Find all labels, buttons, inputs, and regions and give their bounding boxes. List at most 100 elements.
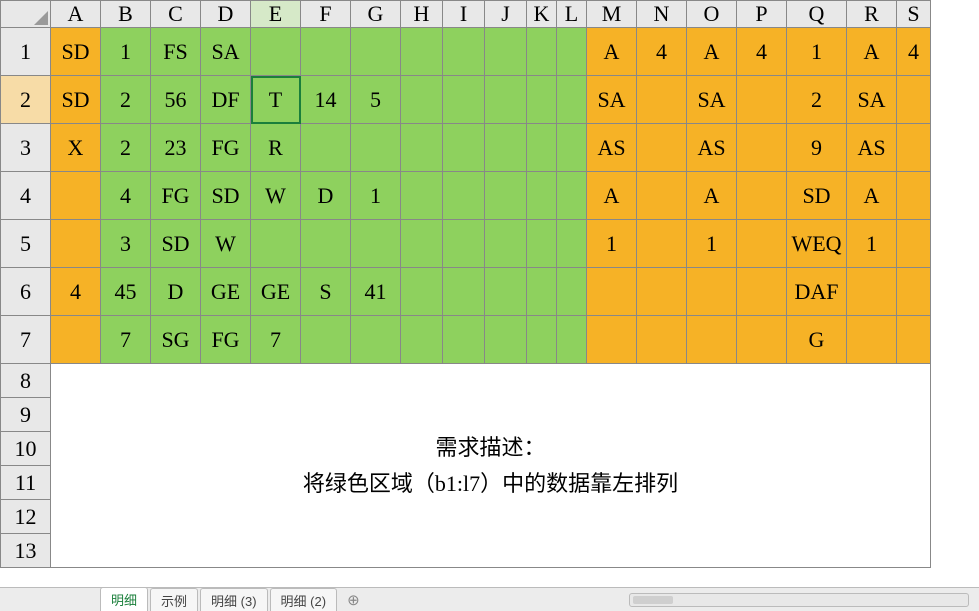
cell-O3[interactable]: AS [687,124,737,172]
row-header-2[interactable]: 2 [1,76,51,124]
col-header-L[interactable]: L [557,1,587,28]
cell-C2[interactable]: 56 [151,76,201,124]
cell-R5[interactable]: 1 [847,220,897,268]
cell-E3[interactable]: R [251,124,301,172]
cell-C4[interactable]: FG [151,172,201,220]
cell-D6[interactable]: GE [201,268,251,316]
cell-A5[interactable] [51,220,101,268]
cell-R1[interactable]: A [847,28,897,76]
cell-N2[interactable] [637,76,687,124]
cell-I1[interactable] [443,28,485,76]
col-header-O[interactable]: O [687,1,737,28]
cell-K3[interactable] [527,124,557,172]
cell-L1[interactable] [557,28,587,76]
cell-Q5[interactable]: WEQ [787,220,847,268]
col-header-D[interactable]: D [201,1,251,28]
cell-C5[interactable]: SD [151,220,201,268]
cell-Q6[interactable]: DAF [787,268,847,316]
cell-B1[interactable]: 1 [101,28,151,76]
cell-J5[interactable] [485,220,527,268]
row-header-11[interactable]: 11 [1,466,51,500]
col-header-I[interactable]: I [443,1,485,28]
col-header-A[interactable]: A [51,1,101,28]
cell-S7[interactable] [897,316,931,364]
col-header-C[interactable]: C [151,1,201,28]
cell-E7[interactable]: 7 [251,316,301,364]
cell-M3[interactable]: AS [587,124,637,172]
cell-F2[interactable]: 14 [301,76,351,124]
cell-H1[interactable] [401,28,443,76]
cell-G2[interactable]: 5 [351,76,401,124]
sheet-tab-2[interactable]: 明细 (3) [200,588,268,611]
col-header-G[interactable]: G [351,1,401,28]
cell-D5[interactable]: W [201,220,251,268]
cell-O5[interactable]: 1 [687,220,737,268]
cell-Q4[interactable]: SD [787,172,847,220]
cell-G4[interactable]: 1 [351,172,401,220]
row-header-6[interactable]: 6 [1,268,51,316]
cell-R7[interactable] [847,316,897,364]
row-header-4[interactable]: 4 [1,172,51,220]
cell-A7[interactable] [51,316,101,364]
cell-I6[interactable] [443,268,485,316]
cell-E1[interactable] [251,28,301,76]
col-header-B[interactable]: B [101,1,151,28]
cell-E2[interactable]: T [251,76,301,124]
cell-B4[interactable]: 4 [101,172,151,220]
col-header-Q[interactable]: Q [787,1,847,28]
cell-G1[interactable] [351,28,401,76]
cell-Q2[interactable]: 2 [787,76,847,124]
cell-N3[interactable] [637,124,687,172]
col-header-H[interactable]: H [401,1,443,28]
cell-E4[interactable]: W [251,172,301,220]
cell-C6[interactable]: D [151,268,201,316]
col-header-F[interactable]: F [301,1,351,28]
row-header-10[interactable]: 10 [1,432,51,466]
cell-O7[interactable] [687,316,737,364]
cell-I5[interactable] [443,220,485,268]
col-header-R[interactable]: R [847,1,897,28]
cell-H2[interactable] [401,76,443,124]
cell-G6[interactable]: 41 [351,268,401,316]
cell-L7[interactable] [557,316,587,364]
cell-N7[interactable] [637,316,687,364]
cell-S4[interactable] [897,172,931,220]
cell-H5[interactable] [401,220,443,268]
cell-P6[interactable] [737,268,787,316]
cell-G3[interactable] [351,124,401,172]
cell-R2[interactable]: SA [847,76,897,124]
cell-M7[interactable] [587,316,637,364]
cell-J6[interactable] [485,268,527,316]
cell-H6[interactable] [401,268,443,316]
cell-H7[interactable] [401,316,443,364]
col-header-M[interactable]: M [587,1,637,28]
col-header-N[interactable]: N [637,1,687,28]
cell-J4[interactable] [485,172,527,220]
cell-M2[interactable]: SA [587,76,637,124]
cell-J2[interactable] [485,76,527,124]
col-header-S[interactable]: S [897,1,931,28]
cell-B5[interactable]: 3 [101,220,151,268]
row-header-1[interactable]: 1 [1,28,51,76]
cell-L2[interactable] [557,76,587,124]
cell-F1[interactable] [301,28,351,76]
row-header-8[interactable]: 8 [1,364,51,398]
cell-D1[interactable]: SA [201,28,251,76]
cell-D4[interactable]: SD [201,172,251,220]
row-header-7[interactable]: 7 [1,316,51,364]
cell-M6[interactable] [587,268,637,316]
cell-G5[interactable] [351,220,401,268]
cell-I3[interactable] [443,124,485,172]
col-header-P[interactable]: P [737,1,787,28]
cell-R4[interactable]: A [847,172,897,220]
cell-O2[interactable]: SA [687,76,737,124]
cell-S3[interactable] [897,124,931,172]
row-header-13[interactable]: 13 [1,534,51,568]
spreadsheet-grid[interactable]: ABCDEFGHIJKLMNOPQRS1SD1FSSAA4A41A42SD256… [0,0,931,568]
cell-G7[interactable] [351,316,401,364]
cell-L6[interactable] [557,268,587,316]
cell-I2[interactable] [443,76,485,124]
cell-B7[interactable]: 7 [101,316,151,364]
cell-D7[interactable]: FG [201,316,251,364]
cell-F7[interactable] [301,316,351,364]
